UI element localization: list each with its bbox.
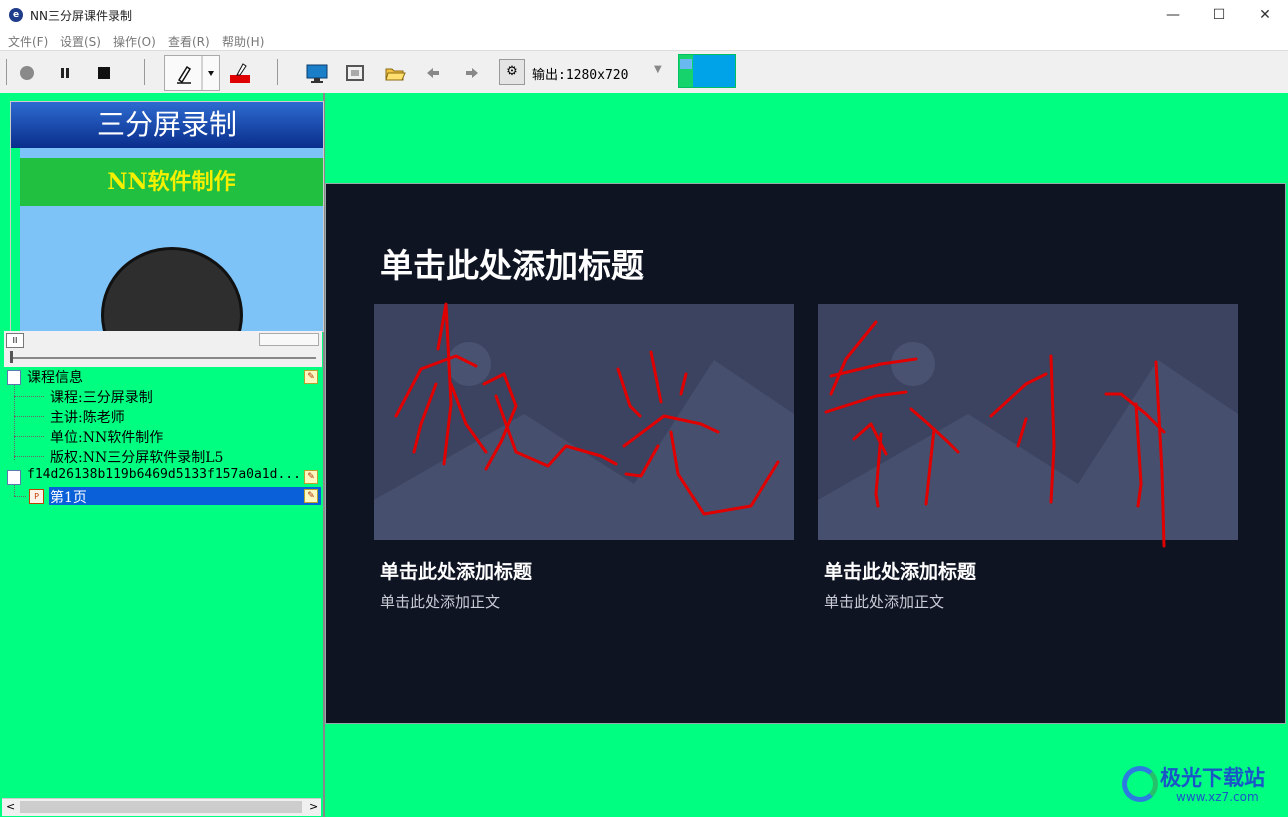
preview-slider[interactable] (4, 349, 322, 367)
document-icon (7, 470, 21, 485)
screen-button[interactable] (305, 61, 329, 85)
window-title: NN三分屏课件录制 (30, 9, 132, 23)
preview-controls: II (4, 331, 322, 349)
layout-left-panel (679, 55, 693, 87)
preview-time-field (259, 333, 319, 346)
open-folder-button[interactable] (383, 61, 407, 85)
eraser-icon (230, 63, 250, 83)
tree-course-name[interactable]: 课程:三分屏录制 (50, 387, 153, 407)
output-settings-button[interactable]: ⚙ (499, 59, 525, 85)
minimize-button[interactable]: — (1150, 0, 1196, 30)
ppt-page-icon: P (29, 489, 44, 504)
gear-icon: ⚙ (506, 64, 518, 79)
preview-banner: 三分屏录制 (11, 102, 323, 148)
watermark: 极光下载站 www.xz7.com (1120, 762, 1280, 812)
tree-course-info[interactable]: 课程信息 (27, 367, 83, 387)
tree-file-node[interactable]: f14d26138b119b6469d5133f157a0a1d... (27, 467, 301, 482)
tree-page-1[interactable]: 第1页 (50, 487, 87, 507)
folder-open-icon (385, 68, 406, 81)
scrollbar-thumb[interactable] (20, 801, 302, 813)
menu-operate[interactable]: 操作(O) (113, 33, 156, 50)
tree-selection-highlight (49, 487, 321, 505)
arrow-left-icon (427, 68, 439, 78)
video-preview: 三分屏录制 NN软件制作 (10, 101, 324, 332)
tree-lecturer[interactable]: 主讲:陈老师 (50, 407, 125, 427)
pause-icon (61, 68, 69, 78)
tree-guide (14, 456, 44, 457)
title-bar: e NN三分屏课件录制 — ☐ ✕ (0, 0, 1288, 30)
tree-guide (14, 396, 44, 397)
menu-view[interactable]: 查看(R) (168, 33, 210, 50)
menu-help[interactable]: 帮助(H) (222, 33, 264, 50)
previous-button[interactable] (421, 61, 445, 85)
horizontal-scrollbar[interactable]: < > (2, 798, 321, 816)
next-button[interactable] (460, 61, 484, 85)
layout-preview-thumb (680, 59, 692, 69)
pause-button[interactable] (53, 61, 77, 85)
document-icon (7, 370, 21, 385)
slider-track (10, 357, 316, 359)
arrow-right-icon (466, 68, 478, 78)
edit-icon[interactable]: ✎ (304, 470, 318, 484)
slider-handle[interactable] (10, 351, 13, 363)
menu-file[interactable]: 文件(F) (8, 33, 48, 50)
preview-strip (11, 148, 20, 331)
layout-preview-button[interactable] (678, 54, 736, 88)
fullscreen-button[interactable] (343, 61, 367, 85)
menu-bar: 文件(F) 设置(S) 操作(O) 查看(R) 帮助(H) (0, 30, 1288, 50)
toolbar-separator (144, 59, 145, 85)
toolbar-separator (277, 59, 278, 85)
chevron-down-icon[interactable]: ▼ (654, 64, 662, 75)
pen-tool-button[interactable] (164, 55, 220, 91)
preview-subtitle: NN软件制作 (20, 158, 323, 206)
watermark-logo (1122, 766, 1158, 802)
tree-guide (14, 416, 44, 417)
tree-copyright[interactable]: 版权:NN三分屏软件录制L5 (50, 447, 223, 467)
stop-button[interactable] (92, 61, 116, 85)
tree-organization[interactable]: 单位:NN软件制作 (50, 427, 163, 447)
eraser-button[interactable] (228, 61, 252, 85)
preview-pause-button[interactable]: II (6, 333, 24, 348)
slide[interactable]: 单击此处添加标题 单击此处添加标题 单击此处添加正文 单击此处添加标题 单击此处… (325, 183, 1286, 724)
pen-icon (177, 56, 214, 90)
watermark-url: www.xz7.com (1176, 790, 1259, 804)
record-icon (20, 66, 34, 80)
scroll-left-icon[interactable]: < (6, 800, 15, 813)
watermark-text: 极光下载站 (1160, 766, 1265, 790)
app-icon: e (9, 8, 23, 22)
close-button[interactable]: ✕ (1242, 0, 1288, 30)
record-button[interactable] (15, 61, 39, 85)
toolbar-grip (6, 59, 7, 85)
stop-icon (98, 67, 110, 79)
output-resolution-select[interactable]: 输出:1280x720 (532, 64, 628, 83)
fullscreen-icon (346, 65, 364, 81)
monitor-icon (306, 64, 328, 83)
tree-guide (14, 496, 26, 497)
handwriting-annotation (394, 302, 1166, 548)
menu-settings[interactable]: 设置(S) (60, 33, 101, 50)
tree-guide (14, 436, 44, 437)
maximize-button[interactable]: ☐ (1196, 0, 1242, 30)
edit-icon[interactable]: ✎ (304, 489, 318, 503)
toolbar: ⚙ 输出:1280x720 ▼ (0, 50, 1288, 94)
edit-icon[interactable]: ✎ (304, 370, 318, 384)
preview-avatar (101, 247, 243, 331)
scroll-right-icon[interactable]: > (309, 800, 318, 813)
tree-guide (14, 382, 15, 460)
